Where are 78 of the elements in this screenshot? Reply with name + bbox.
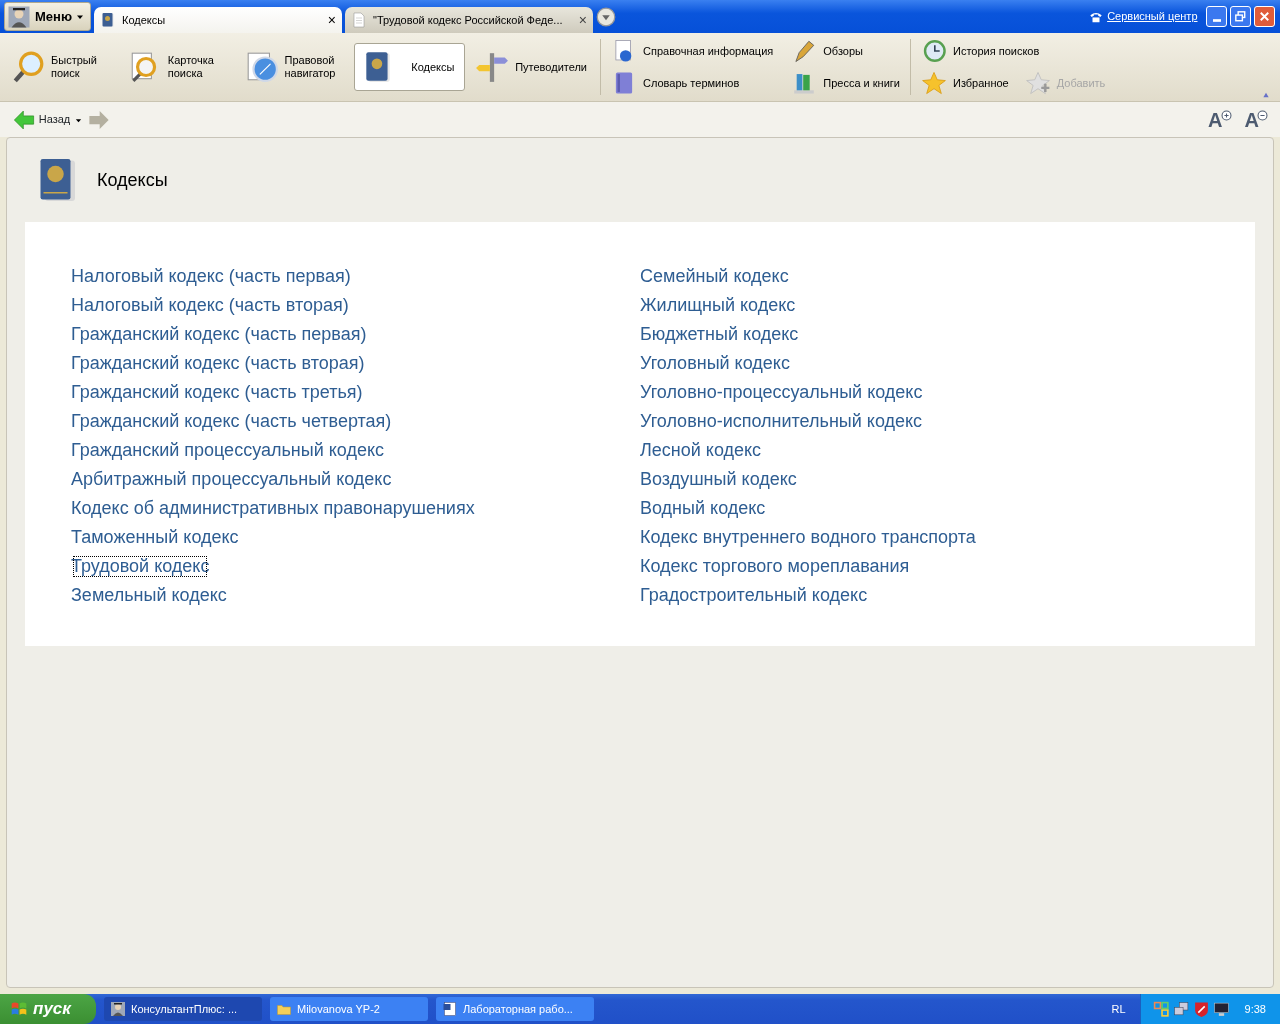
- menu-button[interactable]: Меню: [4, 2, 91, 31]
- code-link[interactable]: Воздушный кодекс: [640, 465, 797, 494]
- code-link[interactable]: Уголовно-процессуальный кодекс: [640, 378, 923, 407]
- code-link[interactable]: Уголовный кодекс: [640, 349, 790, 378]
- toolbar-button[interactable]: Путеводители: [468, 46, 594, 88]
- plus-icon: [1220, 109, 1232, 121]
- book-icon: [100, 12, 116, 28]
- signpost-icon: [475, 50, 510, 84]
- taskbar-button[interactable]: Milovanova YP-2: [270, 997, 428, 1021]
- code-link[interactable]: Уголовно-исполнительный кодекс: [640, 407, 923, 436]
- code-link[interactable]: Кодекс внутреннего водного транспорта: [640, 523, 976, 552]
- code-link[interactable]: Кодекс об административных правонарушениях: [71, 494, 475, 523]
- code-link[interactable]: Земельный кодекс: [71, 581, 227, 610]
- toolbar-button[interactable]: Обзоры: [787, 38, 904, 64]
- minimize-button[interactable]: [1206, 6, 1227, 27]
- code-link[interactable]: Гражданский процессуальный кодекс: [71, 436, 385, 465]
- tab-label: Кодексы: [122, 12, 167, 28]
- code-link[interactable]: Гражданский кодекс (часть четвертая): [71, 407, 392, 436]
- monitor-icon: [1212, 1000, 1230, 1018]
- taskbar-button[interactable]: Лабораторная рабо...: [436, 997, 594, 1021]
- toolbar-button[interactable]: Справочная информация: [607, 38, 778, 64]
- code-link[interactable]: Бюджетный кодекс: [640, 320, 799, 349]
- tab[interactable]: "Трудовой кодекс Российской Феде... ×: [345, 7, 593, 33]
- restore-icon: [1232, 9, 1248, 24]
- code-link[interactable]: Семейный кодекс: [640, 262, 789, 291]
- code-link[interactable]: Таможенный кодекс: [71, 523, 239, 552]
- toolbar-button[interactable]: Пресса и книги: [787, 70, 904, 96]
- decrease-font-button[interactable]: A: [1244, 109, 1268, 130]
- code-link[interactable]: Гражданский кодекс (часть третья): [71, 378, 363, 407]
- increase-font-button[interactable]: A: [1208, 109, 1232, 130]
- close-button[interactable]: ×: [578, 9, 587, 31]
- taskbar-button[interactable]: КонсультантПлюс: ...: [104, 997, 262, 1021]
- back-button[interactable]: Назад: [12, 108, 71, 131]
- document-icon: [442, 1001, 458, 1017]
- toolbar-button[interactable]: Правовой навигатор: [237, 46, 352, 88]
- network-icon: [1172, 1000, 1190, 1018]
- person-icon: [110, 1001, 126, 1017]
- start-button[interactable]: пуск: [0, 994, 96, 1024]
- clock-icon: [921, 38, 947, 64]
- close-button[interactable]: ×: [327, 9, 336, 31]
- code-link[interactable]: Градостроительный кодекс: [640, 581, 868, 610]
- toolbar-button[interactable]: Быстрый поиск: [4, 46, 118, 88]
- toolbar-button[interactable]: История поисков: [917, 38, 1110, 64]
- collapse-icon: [1262, 92, 1270, 98]
- code-link[interactable]: Гражданский кодекс (часть первая): [71, 320, 367, 349]
- service-center-link[interactable]: Сервисный центр: [1088, 8, 1198, 25]
- shield-icon: [1192, 1000, 1210, 1018]
- close-window-button[interactable]: [1253, 6, 1275, 27]
- code-link[interactable]: Трудовой кодекс: [71, 554, 210, 579]
- code-link[interactable]: Налоговый кодекс (часть первая): [71, 262, 351, 291]
- tab-label: "Трудовой кодекс Российской Феде...: [373, 12, 564, 28]
- clock: 9:38: [1244, 1001, 1266, 1017]
- code-link[interactable]: Кодекс торгового мореплавания: [640, 552, 910, 581]
- caret-icon: [75, 116, 83, 124]
- code-link[interactable]: Гражданский кодекс (часть вторая): [71, 349, 365, 378]
- code-link[interactable]: Арбитражный процессуальный кодекс: [71, 465, 392, 494]
- back-arrow-icon: [12, 108, 36, 131]
- code-link[interactable]: Налоговый кодекс (часть вторая): [71, 291, 349, 320]
- dropdown-icon: [596, 6, 616, 27]
- toolbar-button[interactable]: Карточка поиска: [120, 46, 235, 88]
- page-title: Кодексы: [97, 168, 168, 192]
- toolbar-button[interactable]: Кодексы: [354, 43, 466, 91]
- language-indicator: RL: [1111, 1001, 1126, 1017]
- minimize-icon: [1212, 19, 1221, 22]
- restore-button[interactable]: [1229, 6, 1251, 27]
- code-link[interactable]: Водный кодекс: [640, 494, 766, 523]
- code-link[interactable]: Жилищный кодекс: [640, 291, 796, 320]
- document-icon: [351, 12, 367, 28]
- code-link[interactable]: Лесной кодекс: [640, 436, 762, 465]
- minus-icon: [1257, 109, 1268, 121]
- toolbar-button[interactable]: Словарь терминов: [607, 70, 778, 96]
- tab[interactable]: Кодексы ×: [94, 7, 342, 33]
- person-icon: [7, 4, 31, 29]
- toolbar-button[interactable]: Избранное: [917, 70, 1013, 96]
- star-plus-icon: [1024, 70, 1051, 96]
- magnifier-icon: [11, 50, 45, 84]
- grid-icon: [1152, 1000, 1170, 1018]
- star-icon: [921, 70, 947, 96]
